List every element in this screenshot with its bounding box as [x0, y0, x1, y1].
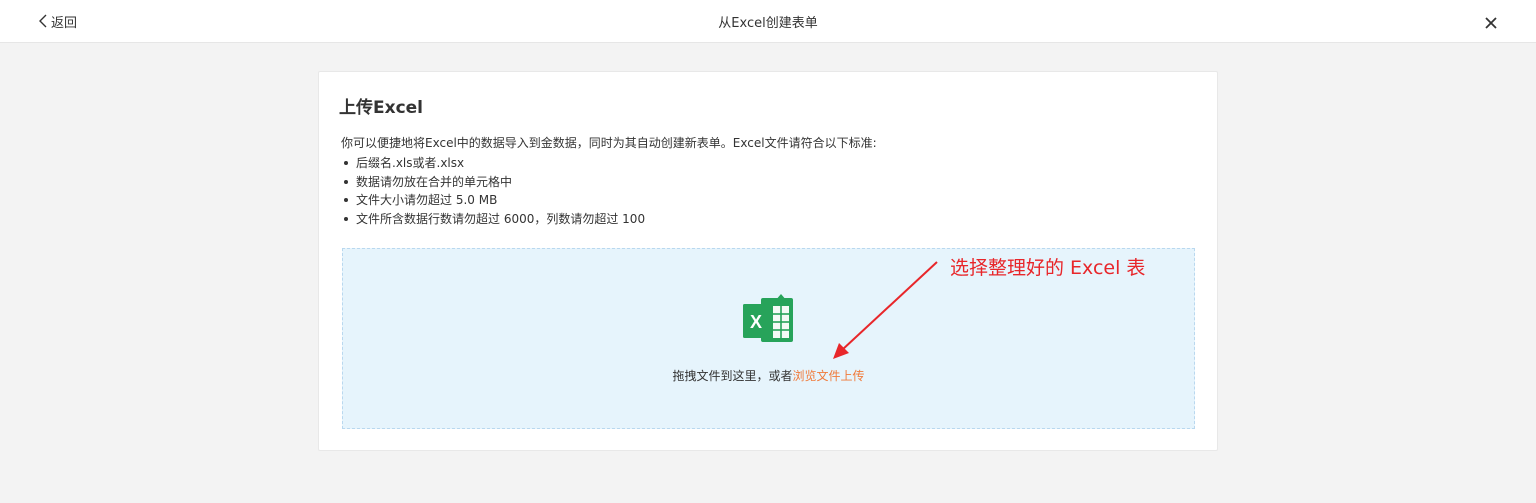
close-icon[interactable]: [1484, 16, 1498, 30]
card-title: 上传Excel: [339, 98, 424, 118]
bullet-icon: [344, 216, 348, 221]
drag-hint: 拖拽文件到这里，或者: [672, 369, 793, 383]
dropzone-text: 拖拽文件到这里，或者浏览文件上传: [343, 367, 1194, 384]
bullet-icon: [344, 179, 348, 184]
annotation-label: 选择整理好的 Excel 表: [950, 257, 1146, 279]
bullet-icon: [344, 161, 348, 166]
rules-list: 后缀名.xls或者.xlsx 数据请勿放在合并的单元格中 文件大小请勿超过 5.…: [341, 154, 645, 228]
browse-file-link[interactable]: 浏览文件上传: [793, 369, 865, 383]
rule-item: 文件所含数据行数请勿超过 6000，列数请勿超过 100: [341, 210, 645, 229]
top-bar: 返回 从Excel创建表单: [0, 0, 1536, 43]
rule-item: 数据请勿放在合并的单元格中: [341, 173, 645, 192]
page-title: 从Excel创建表单: [718, 16, 818, 31]
rule-item: 后缀名.xls或者.xlsx: [341, 154, 645, 173]
rule-item: 文件大小请勿超过 5.0 MB: [341, 191, 645, 210]
bullet-icon: [344, 198, 348, 203]
excel-file-icon: X: [743, 294, 793, 342]
svg-text:X: X: [750, 312, 762, 332]
intro-text: 你可以便捷地将Excel中的数据导入到金数据，同时为其自动创建新表单。Excel…: [341, 136, 877, 150]
